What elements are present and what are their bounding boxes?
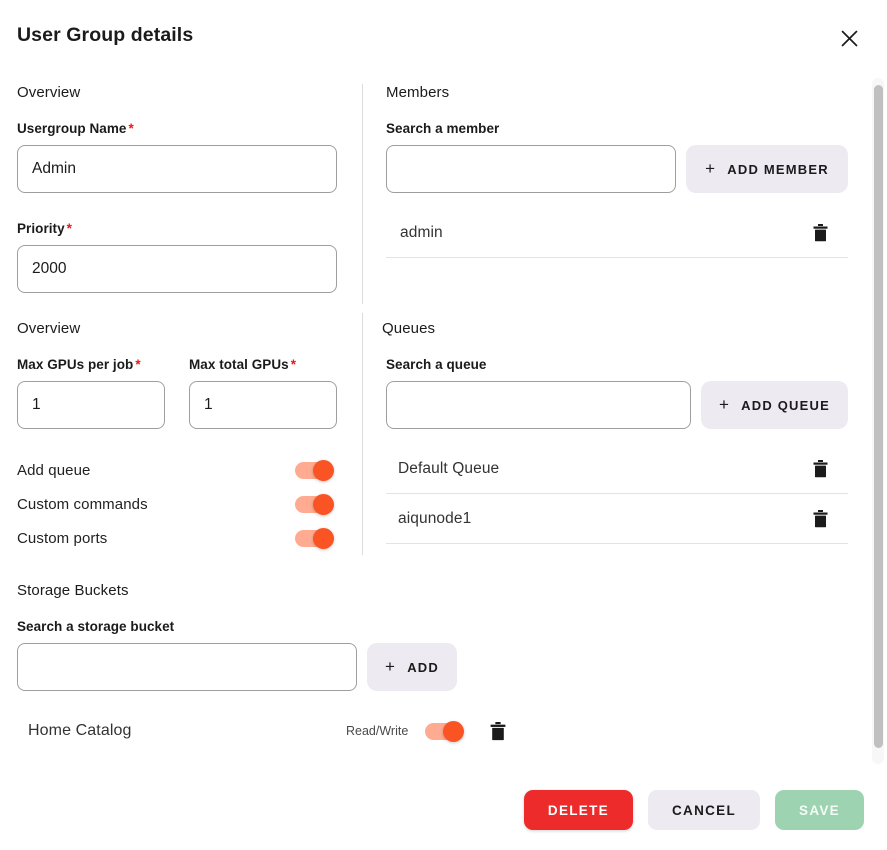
scrollbar-thumb[interactable] (874, 85, 883, 748)
max-gpus-per-job-label-text: Max GPUs per job (17, 357, 133, 372)
max-total-gpus-label: Max total GPUs* (189, 357, 296, 372)
toggle-row-custom-commands[interactable]: Custom commands (17, 493, 332, 515)
trash-icon-glyph (813, 510, 828, 528)
dialog-scroll-body: Overview Usergroup Name* Priority* Overv… (0, 72, 887, 770)
max-total-gpus-input[interactable] (189, 381, 337, 429)
search-queue-label: Search a queue (386, 357, 487, 372)
required-asterisk: * (291, 357, 296, 372)
member-list-item: admin (386, 208, 848, 258)
search-queue-input[interactable] (386, 381, 691, 429)
toggle-label-custom-commands: Custom commands (17, 496, 148, 513)
usergroup-name-input[interactable] (17, 145, 337, 193)
priority-label: Priority* (17, 221, 72, 236)
max-gpus-per-job-label: Max GPUs per job* (17, 357, 141, 372)
trash-icon[interactable] (808, 457, 832, 481)
toggle-row-add-queue[interactable]: Add queue (17, 459, 332, 481)
plus-icon: + (719, 396, 730, 413)
queue-list-item: aiqunode1 (386, 494, 848, 544)
section-heading-members: Members (386, 84, 449, 101)
search-member-input[interactable] (386, 145, 676, 193)
cancel-button[interactable]: CANCEL (648, 790, 760, 830)
priority-input[interactable] (17, 245, 337, 293)
add-member-button[interactable]: + ADD MEMBER (686, 145, 848, 193)
storage-bucket-permission-label: Read/Write (346, 724, 408, 738)
dialog-footer: DELETE CANCEL SAVE (0, 770, 887, 850)
trash-icon[interactable] (808, 507, 832, 531)
storage-bucket-list-item: Home Catalog Read/Write (28, 706, 528, 756)
section-heading-queues: Queues (382, 320, 435, 337)
required-asterisk: * (135, 357, 140, 372)
trash-icon-glyph (490, 722, 506, 741)
toggle-custom-commands[interactable] (295, 496, 332, 513)
required-asterisk: * (128, 121, 133, 136)
delete-button[interactable]: DELETE (524, 790, 633, 830)
close-icon-glyph (841, 30, 858, 47)
plus-icon: + (705, 160, 716, 177)
close-icon[interactable] (836, 25, 862, 51)
toggle-knob (443, 721, 464, 742)
trash-icon-glyph (813, 460, 828, 478)
add-storage-bucket-button-label: ADD (407, 660, 439, 675)
queue-name: Default Queue (398, 460, 499, 478)
scrollbar-track[interactable] (872, 78, 884, 764)
queue-name: aiqunode1 (398, 510, 471, 528)
section-heading-storage-buckets: Storage Buckets (17, 582, 129, 599)
required-asterisk: * (67, 221, 72, 236)
add-member-button-label: ADD MEMBER (727, 162, 829, 177)
add-queue-button[interactable]: + ADD QUEUE (701, 381, 848, 429)
save-button[interactable]: SAVE (775, 790, 864, 830)
max-total-gpus-label-text: Max total GPUs (189, 357, 289, 372)
page-title: User Group details (17, 24, 193, 47)
queue-list-item: Default Queue (386, 444, 848, 494)
search-storage-bucket-label: Search a storage bucket (17, 619, 174, 634)
toggle-label-custom-ports: Custom ports (17, 530, 107, 547)
column-divider-top (362, 84, 363, 304)
add-storage-bucket-button[interactable]: + ADD (367, 643, 457, 691)
priority-label-text: Priority (17, 221, 65, 236)
toggle-label-add-queue: Add queue (17, 462, 90, 479)
search-storage-bucket-input[interactable] (17, 643, 357, 691)
toggle-knob (313, 460, 334, 481)
dialog-header: User Group details (0, 0, 887, 72)
trash-icon-glyph (813, 224, 828, 242)
trash-icon[interactable] (808, 221, 832, 245)
toggle-knob (313, 494, 334, 515)
max-gpus-per-job-input[interactable] (17, 381, 165, 429)
toggle-add-queue[interactable] (295, 462, 332, 479)
member-name: admin (400, 224, 443, 242)
toggle-storage-bucket-permission[interactable] (425, 723, 462, 740)
toggle-knob (313, 528, 334, 549)
add-queue-button-label: ADD QUEUE (741, 398, 830, 413)
storage-bucket-name: Home Catalog (28, 722, 131, 740)
trash-icon[interactable] (486, 719, 510, 743)
toggle-custom-ports[interactable] (295, 530, 332, 547)
search-member-label: Search a member (386, 121, 499, 136)
column-divider-bottom (362, 313, 363, 555)
plus-icon: + (385, 658, 396, 675)
section-heading-overview-identity: Overview (17, 84, 80, 101)
usergroup-name-label-text: Usergroup Name (17, 121, 126, 136)
user-group-details-dialog: User Group details Overview Usergroup Na… (0, 0, 887, 850)
section-heading-overview-limits: Overview (17, 320, 80, 337)
toggle-row-custom-ports[interactable]: Custom ports (17, 527, 332, 549)
usergroup-name-label: Usergroup Name* (17, 121, 134, 136)
